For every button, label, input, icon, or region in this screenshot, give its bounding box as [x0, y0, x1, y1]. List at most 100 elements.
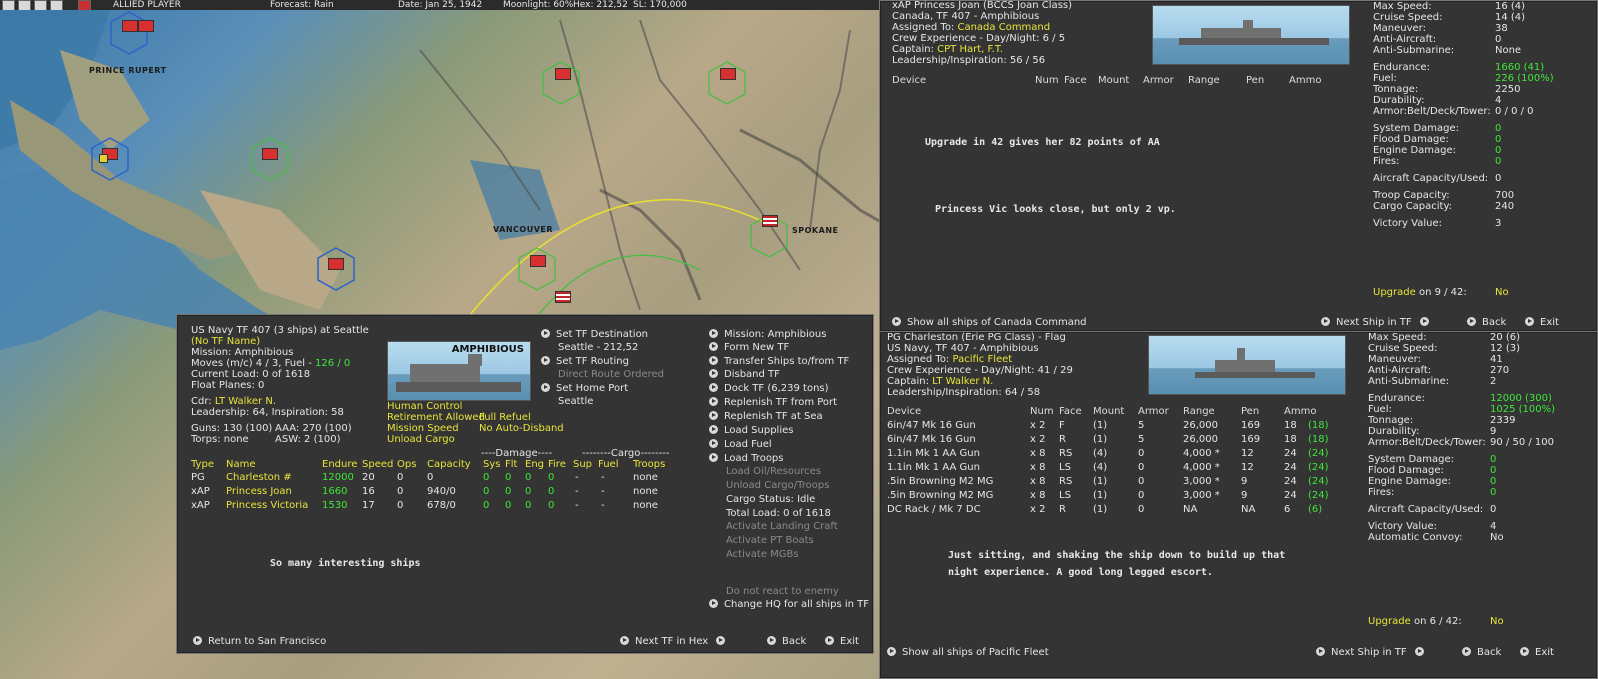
ship-note-2: Princess Vic looks close, but only 2 vp.: [935, 204, 1176, 215]
mission-button[interactable]: Mission: Amphibious: [709, 329, 826, 340]
col-pen: Pen: [1246, 75, 1265, 86]
menu-icon[interactable]: [2, 0, 15, 10]
arrow-icon: [541, 356, 550, 365]
map-label-prince-rupert: PRINCE RUPERT: [89, 66, 167, 75]
save-icon[interactable]: [34, 0, 47, 10]
set-home-port-button[interactable]: Set Home Port: [541, 383, 628, 394]
button-label: Show all ships of Canada Command: [907, 317, 1087, 328]
next-ship-button[interactable]: Next Ship in TF: [1321, 317, 1435, 328]
assigned-command[interactable]: Pacific Fleet: [952, 354, 1012, 365]
map-label-spokane: SPOKANE: [792, 226, 839, 235]
table-cell: (1): [1093, 420, 1108, 431]
table-cell: 0: [505, 500, 512, 511]
react-to-enemy-option[interactable]: Do not react to enemy: [726, 586, 839, 598]
change-hq-button[interactable]: Change HQ for all ships in TF: [709, 599, 869, 610]
button-label: Transfer Ships to/from TF: [724, 356, 850, 367]
ship-link[interactable]: Princess Joan: [226, 486, 292, 497]
activate-mgbs-option: Activate MGBs: [726, 549, 799, 560]
tf-auto-disband[interactable]: No Auto-Disband: [479, 423, 564, 435]
table-cell: -: [575, 472, 579, 483]
table-cell: -: [601, 486, 605, 497]
tf-cdr-name[interactable]: LT Walker N.: [215, 396, 276, 407]
button-label: Return to San Francisco: [208, 636, 327, 647]
date-label: Date: Jan 25, 1942: [398, 0, 483, 10]
set-tf-destination-button[interactable]: Set TF Destination: [541, 329, 648, 340]
table-cell: 0: [397, 472, 404, 483]
replenish-port-button[interactable]: Replenish TF from Port: [709, 397, 837, 408]
replenish-sea-button[interactable]: Replenish TF at Sea: [709, 411, 823, 422]
map-unit[interactable]: [262, 148, 278, 160]
table-cell: x 8: [1030, 448, 1046, 459]
tf-ship-image: AMPHIBIOUS: [387, 341, 531, 401]
total-load: Total Load: 0 of 1618: [726, 508, 831, 519]
tf-unload-cargo[interactable]: Unload Cargo: [387, 434, 455, 446]
exit-button[interactable]: Exit: [1525, 317, 1559, 328]
load-fuel-button[interactable]: Load Fuel: [709, 439, 772, 450]
arrow-icon: [1414, 647, 1424, 656]
arrow-icon: [1316, 647, 1325, 656]
load-supplies-button[interactable]: Load Supplies: [709, 425, 793, 436]
table-cell: 0: [427, 472, 434, 483]
exit-button[interactable]: Exit: [1520, 647, 1554, 658]
table-cell: x 8: [1030, 476, 1046, 487]
form-new-tf-button[interactable]: Form New TF: [709, 342, 789, 353]
stat-value: 0: [1495, 156, 1502, 167]
disband-tf-button[interactable]: Disband TF: [709, 369, 780, 380]
table-cell-ammo-max: (24): [1308, 462, 1329, 473]
map-unit[interactable]: [138, 20, 154, 32]
button-label: Form New TF: [724, 342, 790, 353]
table-cell: .5in Browning M2 MG: [887, 476, 994, 487]
play-turn-icon[interactable]: [78, 0, 91, 10]
map-unit-us[interactable]: [762, 215, 778, 227]
back-button[interactable]: Back: [767, 636, 806, 647]
col-endure: Endure: [322, 459, 358, 470]
arrow-icon: [709, 599, 718, 608]
info-icon[interactable]: [18, 0, 31, 10]
assigned-command[interactable]: Canada Command: [957, 22, 1050, 33]
table-cell: x 8: [1030, 490, 1046, 501]
table-cell: 1530: [322, 500, 348, 511]
map-unit[interactable]: [99, 154, 108, 163]
captain-name[interactable]: CPT Hart, F.T.: [937, 44, 1003, 55]
map-unit-us[interactable]: [555, 291, 571, 303]
tf-moves-label: Moves (m/c) 4 / 3, Fuel -: [191, 358, 316, 369]
assigned-label: Assigned To:: [887, 354, 953, 365]
load-troops-button[interactable]: Load Troops: [709, 453, 784, 464]
dock-tf-button[interactable]: Dock TF (6,239 tons): [709, 383, 829, 394]
captain-name[interactable]: LT Walker N.: [932, 376, 993, 387]
map-unit[interactable]: [122, 20, 138, 32]
table-cell: 4,000 *: [1183, 448, 1220, 459]
show-command-ships-button[interactable]: Show all ships of Canada Command: [892, 317, 1087, 328]
captain-label: Captain:: [887, 376, 933, 387]
col-header: Device: [887, 406, 922, 417]
ship-note-1: Just sitting, and shaking the ship down …: [948, 550, 1286, 561]
exit-button[interactable]: Exit: [825, 636, 859, 647]
return-to-port-button[interactable]: Return to San Francisco: [193, 636, 326, 647]
set-tf-routing-button[interactable]: Set TF Routing: [541, 356, 629, 367]
disk-icon[interactable]: [50, 0, 63, 10]
table-cell: -: [575, 486, 579, 497]
table-cell: x 2: [1030, 504, 1046, 515]
map-unit[interactable]: [328, 258, 344, 270]
table-cell-ammo-max: (24): [1308, 448, 1329, 459]
next-tf-button[interactable]: Next TF in Hex: [620, 636, 731, 647]
ship-image: [1152, 5, 1350, 65]
back-button[interactable]: Back: [1467, 317, 1506, 328]
transfer-ships-button[interactable]: Transfer Ships to/from TF: [709, 356, 849, 367]
stat-value: None: [1495, 45, 1522, 56]
arrow-icon: [541, 383, 550, 392]
back-button[interactable]: Back: [1462, 647, 1501, 658]
ship-panel-princess-joan: xAP Princess Joan (BCCS Joan Class) Cana…: [879, 0, 1598, 332]
map-unit[interactable]: [720, 68, 736, 80]
button-label: Exit: [1535, 647, 1554, 658]
ship-link[interactable]: Charleston #: [226, 472, 292, 483]
table-cell: 0: [505, 486, 512, 497]
button-label: Change HQ for all ships in TF: [724, 599, 870, 610]
ship-link[interactable]: Princess Victoria: [226, 500, 308, 511]
button-label: Set TF Destination: [556, 329, 649, 340]
next-ship-button[interactable]: Next Ship in TF: [1316, 647, 1430, 658]
map-unit[interactable]: [530, 255, 546, 267]
col-fuel: Fuel: [598, 459, 619, 470]
map-unit[interactable]: [555, 68, 571, 80]
show-command-ships-button[interactable]: Show all ships of Pacific Fleet: [887, 647, 1049, 658]
